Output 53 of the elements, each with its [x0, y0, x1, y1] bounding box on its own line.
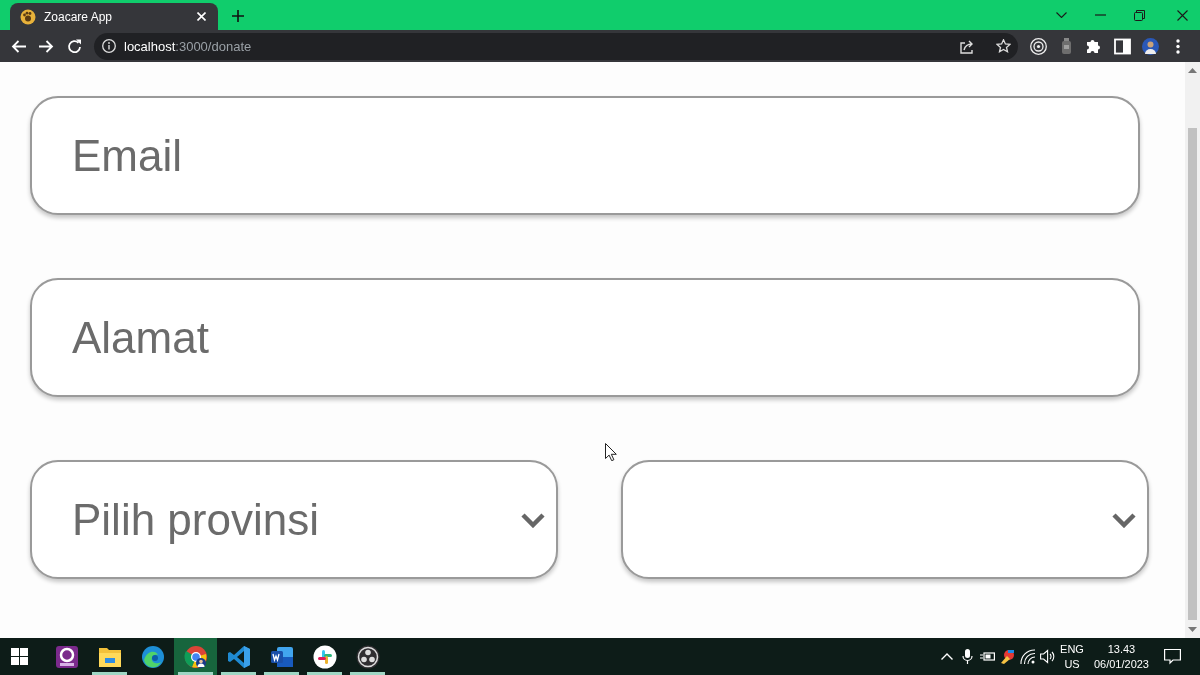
chevron-down-icon [1111, 511, 1137, 528]
forward-arrow-icon [38, 38, 54, 54]
plus-icon [232, 10, 244, 22]
star-icon [995, 38, 1011, 54]
dropdown-field[interactable] [621, 460, 1149, 579]
text-input-field[interactable]: Email [30, 96, 1140, 215]
close-icon [1176, 9, 1188, 21]
scrollbar[interactable] [1185, 62, 1200, 638]
chevron-down-icon [1056, 12, 1067, 18]
new-tab-button[interactable] [230, 8, 246, 24]
address-bar[interactable]: localhost:3000/donate [94, 32, 1018, 60]
tab-title: Zoacare App [44, 9, 114, 24]
battery-icon[interactable] [979, 649, 995, 664]
speaker-icon[interactable] [1039, 649, 1055, 664]
speech-bubble-icon [1163, 648, 1181, 665]
scrollbar-thumb[interactable] [1188, 128, 1197, 620]
app-logo-icon [54, 644, 79, 669]
wifi-icon[interactable] [1019, 649, 1035, 664]
browser-tab[interactable]: Zoacare App [10, 3, 218, 30]
mouse-pointer-icon [605, 443, 617, 461]
paw-logo-icon [20, 8, 36, 25]
info-icon[interactable] [102, 39, 116, 53]
bottle-icon [1061, 38, 1071, 54]
language-indicator[interactable]: ENG US [1057, 641, 1087, 672]
dropdown-field[interactable]: Pilih provinsi [30, 460, 558, 579]
avatar-icon [1141, 37, 1159, 55]
chevron-down-icon [520, 511, 546, 528]
clock[interactable]: 13.43 06/01/2023 [1090, 641, 1152, 672]
document-app-icon [269, 644, 294, 669]
taskbar-app-button[interactable] [174, 638, 217, 675]
chevron-up-icon[interactable] [941, 653, 954, 660]
windows-logo-icon [10, 648, 28, 665]
three-dots-ring-icon [355, 644, 380, 669]
url-text: localhost:3000/donate [124, 38, 253, 54]
side-panel-icon [1113, 37, 1131, 55]
scroll-down-icon[interactable] [1188, 627, 1197, 633]
reload-icon [66, 38, 82, 54]
back-arrow-icon [10, 38, 26, 54]
pinwheel-app-icon [312, 644, 337, 669]
browser-icon [183, 644, 208, 669]
minimize-icon [1095, 14, 1106, 16]
share-icon [959, 38, 975, 54]
close-icon[interactable] [197, 12, 206, 21]
tray-app-icon[interactable] [999, 649, 1015, 664]
swirl-browser-icon [140, 644, 165, 669]
puzzle-icon [1085, 37, 1103, 55]
restore-icon [1134, 9, 1145, 21]
target-icon [1029, 37, 1047, 55]
code-editor-icon [226, 644, 251, 669]
scroll-up-icon[interactable] [1188, 67, 1197, 73]
menu-icon [1176, 38, 1180, 54]
microphone-icon[interactable] [959, 649, 975, 664]
text-input-field[interactable]: Alamat [30, 278, 1140, 397]
